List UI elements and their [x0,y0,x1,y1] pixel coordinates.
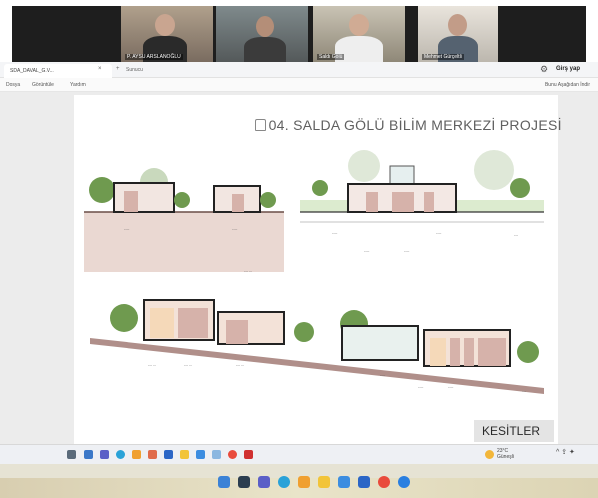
chrome-icon[interactable] [378,476,390,488]
app-icon[interactable] [148,450,157,459]
section-label: KESİTLER [474,420,554,442]
building-section [113,182,175,213]
close-icon[interactable]: × [98,66,102,72]
browser-tab-bar: SDA_DAVAL_G.V... × + Sunucu ⚙ Girş yap [0,62,598,78]
tree [174,192,190,208]
building-room [232,194,244,212]
participant-face [448,14,467,36]
search-icon[interactable] [67,450,76,459]
building-room [464,338,474,366]
tree [474,150,514,190]
participant-tile-2[interactable] [216,6,308,62]
annotation: --- [522,388,527,393]
building-section [341,325,419,361]
participant-name: Mehmet Gürçeltli [422,54,464,60]
participant-name: P. AYSU ARSLANOĞLU [125,54,183,60]
building-room [124,191,138,212]
annotation: ---- [124,226,130,231]
taskview-icon[interactable] [238,476,250,488]
annotation: ---- [404,248,410,253]
building-room [178,308,208,338]
tab-title: SDA_DAVAL_G.V... [10,68,54,74]
video-call-strip: P. AYSU ARSLANOĞLU Saldı Gölü Mehmet Gür… [0,0,598,62]
folder-icon[interactable] [180,450,189,459]
annotation: --- -- [236,362,244,367]
tree [89,177,115,203]
building-room [226,320,248,344]
word-icon[interactable] [358,476,370,488]
annotation: ---- [418,384,424,389]
building-room [392,192,414,212]
weather-icon[interactable] [485,450,494,459]
tree [294,322,314,342]
tree [348,150,380,182]
participant-tile-1[interactable]: P. AYSU ARSLANOĞLU [121,6,213,62]
settings-icon[interactable]: ⚙ [540,64,548,75]
participant-face [256,16,274,37]
tree [260,192,276,208]
annotation: --- -- [184,362,192,367]
chrome-icon[interactable] [228,450,237,459]
tree [110,304,138,332]
annotation: ---- [380,372,386,377]
app-menu-bar: Dosya Görüntüle Yardım Bunu Aşağıdan İnd… [0,78,598,92]
annotation: ---- [332,230,338,235]
section-drawings: ---- ---- --- -- ---- ---- ---- ---- --- [84,150,544,394]
annotation: ---- [436,230,442,235]
participant-tile-3[interactable]: Saldı Gölü [313,6,405,62]
annotation: ---- [232,226,238,231]
participant-tile-4[interactable]: Mehmet Gürçeltli [418,6,498,62]
sign-in-button[interactable]: Girş yap [556,66,580,72]
annotation: --- -- [244,268,252,273]
explorer-icon[interactable] [84,450,93,459]
annotation: --- [514,232,519,237]
section-drawing-3: --- -- --- -- --- -- ---- ---- ---- --- [90,299,544,394]
building-room [430,338,446,366]
annotation: ---- [364,248,370,253]
teams-icon[interactable] [258,476,270,488]
firefox-icon[interactable] [132,450,141,459]
annotation: ---- [448,384,454,389]
annotation: --- -- [148,362,156,367]
ground-fill [84,212,284,272]
browser-tab-inactive[interactable]: Sunucu [126,67,143,73]
edge-icon[interactable] [278,476,290,488]
menu-item-help[interactable]: Yardım [70,82,86,88]
firefox-icon[interactable] [298,476,310,488]
participant-face [155,14,175,36]
word-icon[interactable] [164,450,173,459]
start-icon[interactable] [218,476,230,488]
edge-icon[interactable] [116,450,125,459]
tree [517,341,539,363]
teams-icon[interactable] [100,450,109,459]
browser-tab-active[interactable]: SDA_DAVAL_G.V... [4,64,112,78]
section-drawing-2: ---- ---- ---- ---- --- [300,150,544,253]
photos-icon[interactable] [212,450,221,459]
section-drawing-1: ---- ---- --- -- [84,168,284,273]
weather-widget[interactable]: 23°C Güneşli [497,448,514,460]
participant-body [244,37,286,62]
building-room [478,338,506,366]
folder-icon[interactable] [318,476,330,488]
building-room [424,192,434,212]
building-room [150,308,174,338]
store-icon[interactable] [196,450,205,459]
download-link[interactable]: Bunu Aşağıdan İndir [545,82,590,88]
weather-description: Güneşli [497,454,514,460]
browser-icon[interactable] [398,476,410,488]
participant-face [349,14,369,36]
store-icon[interactable] [338,476,350,488]
menu-item-view[interactable]: Görüntüle [32,82,54,88]
tree [312,180,328,196]
tree [510,178,530,198]
building-room [366,192,378,212]
plus-icon[interactable]: + [116,66,120,72]
system-tray-icons[interactable]: ^ ⇪ ✦ [556,448,575,456]
menu-item-file[interactable]: Dosya [6,82,20,88]
participant-name: Saldı Gölü [317,54,345,60]
pdf-icon[interactable] [244,450,253,459]
building-room [450,338,460,366]
